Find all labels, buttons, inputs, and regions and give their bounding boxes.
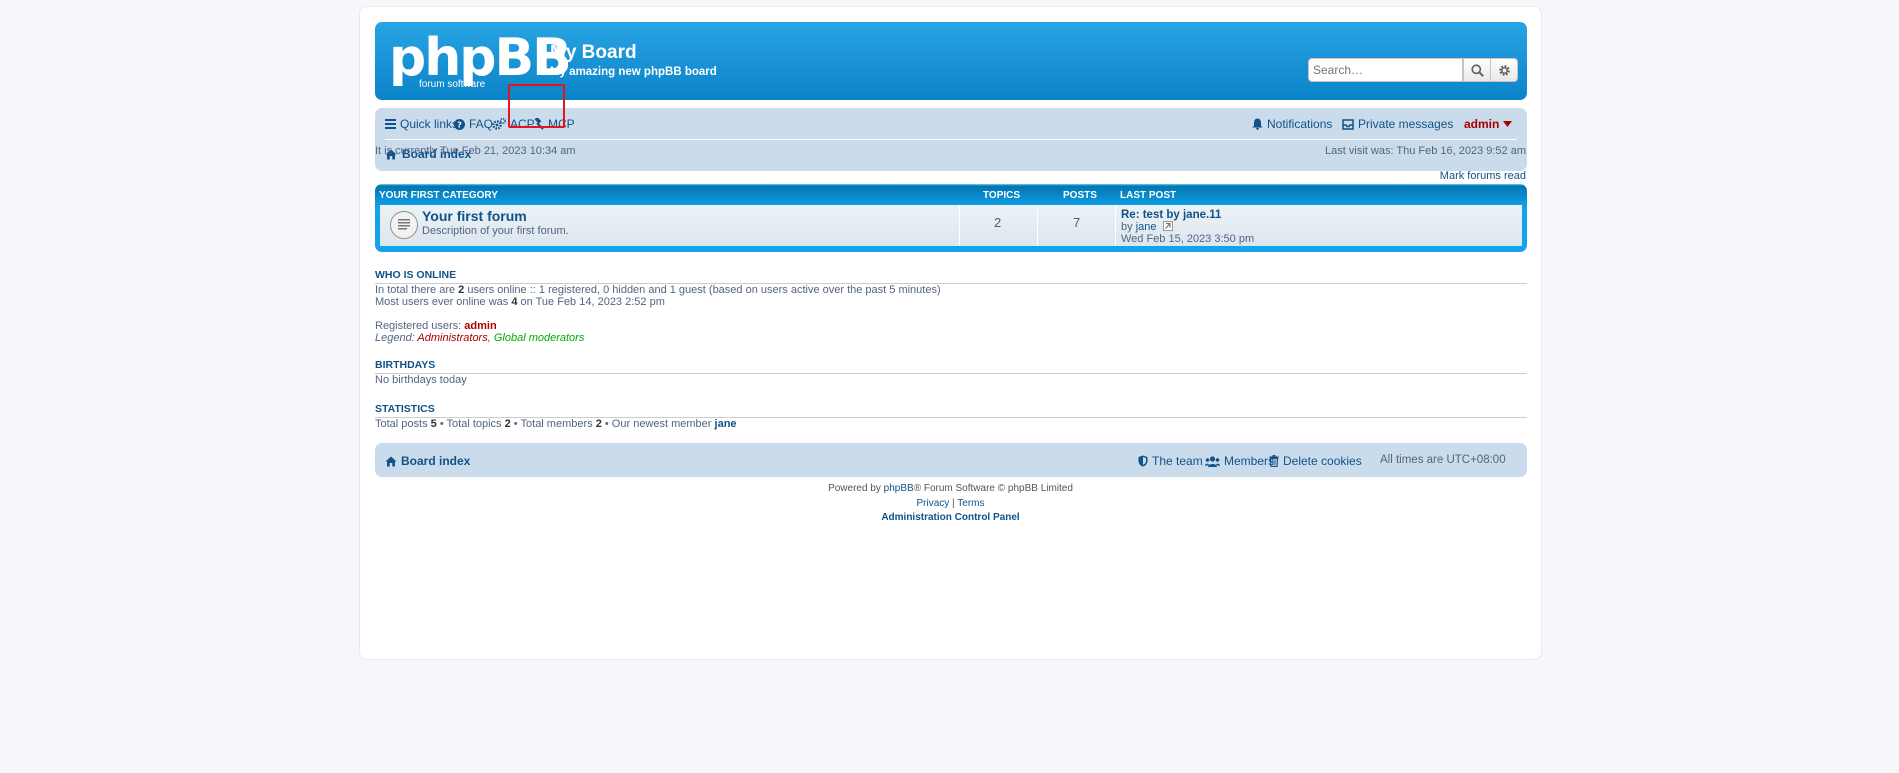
navbar-divider [385,139,1517,140]
users-icon [1205,455,1220,467]
last-post-by-prefix: by [1121,221,1136,233]
mark-forums-read-link[interactable]: Mark forums read [1440,170,1526,182]
most-online-text: on Tue Feb 14, 2023 2:52 pm [517,296,665,308]
team-label: The team [1152,454,1203,468]
home-icon [385,456,397,466]
newest-member-link[interactable]: jane [715,418,737,430]
username: admin [1464,117,1500,131]
trash-icon [1269,455,1279,467]
forum-title-link[interactable]: Your first forum [422,208,527,224]
col-last-post-header: LAST POST [1120,190,1177,201]
statistics-heading: STATISTICS [375,403,1527,418]
bars-icon [385,119,396,129]
site-description: My amazing new phpBB board [550,66,717,78]
acp-highlight-box [508,84,565,128]
powered-by-line: Powered by phpBB® Forum Software © phpBB… [360,483,1541,494]
quick-links-menu[interactable]: Quick links [385,117,458,131]
birthdays-text: No birthdays today [375,374,467,386]
powered-text: Powered by [828,483,884,494]
phpbb-link[interactable]: phpBB [884,483,914,494]
privacy-terms-line: Privacy | Terms [360,498,1541,509]
administration-control-panel-link[interactable]: Administration Control Panel [881,512,1019,523]
stat-text: Total posts [375,418,431,430]
inbox-icon [1342,118,1354,130]
notifications-label: Notifications [1267,117,1333,131]
forum-row: Your first forum Description of your fir… [380,205,1522,246]
most-online-line: Most users ever online was 4 on Tue Feb … [375,296,665,308]
stat-text: • Total topics [436,418,505,430]
quick-links-label: Quick links [400,117,459,131]
statistics-line: Total posts 5 • Total topics 2 • Total m… [375,418,737,430]
search-icon [1470,63,1484,77]
notifications-link[interactable]: Notifications [1252,117,1332,131]
privacy-link[interactable]: Privacy [916,498,949,509]
search-input[interactable] [1308,58,1463,82]
stat-text: • Total members [510,418,596,430]
svg-text:?: ? [457,119,462,129]
online-total-line: In total there are 2 users online :: 1 r… [375,284,941,296]
last-post-author-link[interactable]: jane [1136,221,1157,233]
delete-cookies-label: Delete cookies [1283,454,1362,468]
online-text: In total there are [375,284,459,296]
cogs-icon [492,118,506,130]
footer-breadcrumb[interactable]: Board index [385,454,470,468]
stat-text: • Our newest member [601,418,715,430]
last-visit: Last visit was: Thu Feb 16, 2023 9:52 am [1325,145,1526,157]
members-link[interactable]: Members [1205,454,1274,468]
cell-divider [959,205,960,246]
terms-link[interactable]: Terms [957,498,984,509]
forum-topics-count: 2 [994,215,1002,230]
faq-label: FAQ [469,117,494,131]
caret-down-icon [1503,121,1513,127]
col-topics-header: TOPICS [983,190,1021,201]
online-text: users online :: 1 registered, 0 hidden a… [464,284,941,296]
forum-description: Description of your first forum. [422,225,569,237]
legend-line: Legend: Administrators, Global moderator… [375,332,584,344]
last-post-date: Wed Feb 15, 2023 3:50 pm [1121,233,1255,245]
legend-administrators-link[interactable]: Administrators [417,332,487,344]
logo-subtext: forum software [419,79,486,90]
legend-global-moderators-link[interactable]: Global moderators [494,332,585,344]
members-label: Members [1224,454,1275,468]
team-link[interactable]: The team [1138,454,1203,468]
footer-board-index: Board index [401,454,471,468]
registered-user-admin-link[interactable]: admin [464,320,496,332]
delete-cookies-link[interactable]: Delete cookies [1269,454,1362,468]
timezone-text: All times are UTC+08:00 [1380,454,1506,466]
acp-footer-line: Administration Control Panel [360,512,1541,523]
site-title: My Board [550,42,637,63]
page-wrapper: phpBB forum software My Board My amazing… [359,6,1542,660]
cell-divider [1037,205,1038,246]
private-messages-link[interactable]: Private messages [1342,117,1453,131]
birthdays-heading: BIRTHDAYS [375,359,1527,374]
most-online-text: Most users ever online was [375,296,512,308]
who-is-online-heading[interactable]: WHO IS ONLINE [375,269,1527,284]
last-post-author-line: by jane [1121,221,1173,233]
advanced-search-button[interactable] [1490,58,1518,82]
search-button[interactable] [1463,58,1491,82]
forum-posts-count: 7 [1073,215,1081,230]
who-is-online-label: WHO IS ONLINE [375,269,457,281]
question-circle-icon: ? [454,118,465,130]
registered-label: Registered users: [375,320,465,332]
forum-read-icon [390,211,418,239]
current-time: It is currently Tue Feb 21, 2023 10:34 a… [375,145,576,157]
gear-icon [1498,64,1510,76]
bell-icon [1252,118,1263,130]
last-post-title-link[interactable]: Re: test by jane.11 [1121,209,1221,221]
user-menu[interactable]: admin [1464,117,1513,131]
phpbb-logo[interactable]: phpBB forum software [389,28,572,90]
category-name[interactable]: YOUR FIRST CATEGORY [379,190,498,201]
cell-divider [1115,205,1116,246]
private-messages-label: Private messages [1358,117,1454,131]
faq-link[interactable]: ? FAQ [454,117,493,131]
registered-users-line: Registered users: admin [375,320,497,332]
legend-label: Legend: [375,332,418,344]
col-posts-header: POSTS [1063,190,1097,201]
powered-text: ® Forum Software © phpBB Limited [913,483,1073,494]
footer-navbar: Board index The team Members Delete cook… [375,443,1527,477]
shield-icon [1138,455,1148,467]
forum-category: YOUR FIRST CATEGORY TOPICS POSTS LAST PO… [375,184,1527,252]
view-latest-post-icon[interactable] [1162,221,1173,231]
